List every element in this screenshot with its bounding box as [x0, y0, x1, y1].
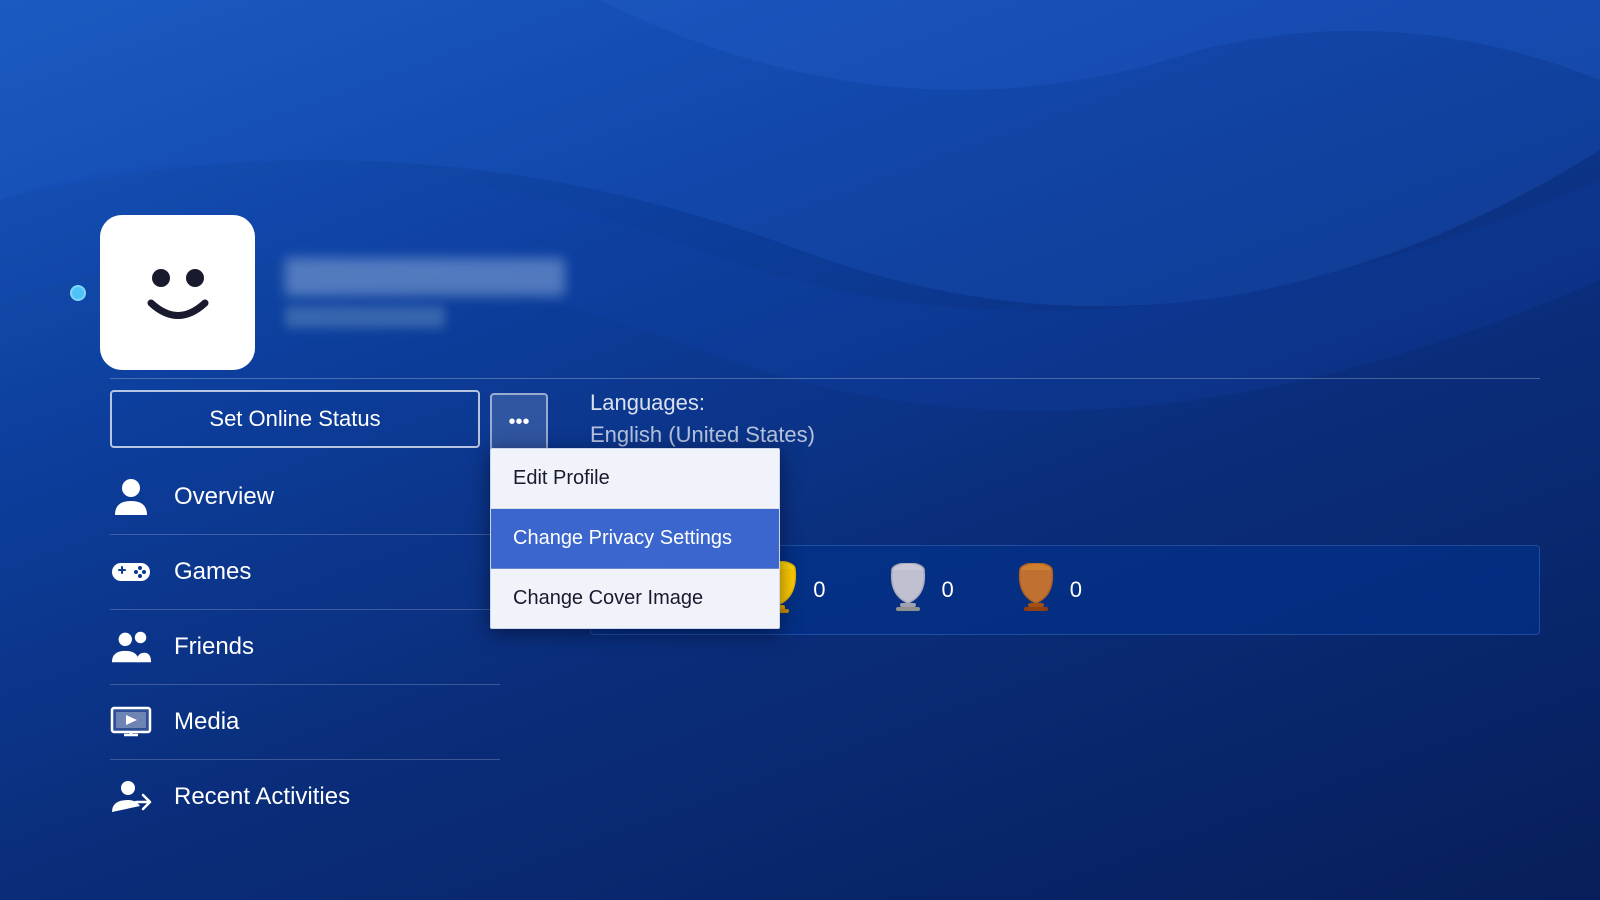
sidebar-item-games[interactable]: Games — [110, 535, 500, 610]
trophy-bronze: 0 — [1014, 563, 1082, 617]
media-icon — [110, 701, 152, 743]
games-label: Games — [174, 558, 251, 586]
profile-divider — [110, 378, 1540, 379]
gold-count: 0 — [813, 577, 825, 603]
sidebar-item-recent-activities[interactable]: Recent Activities — [110, 760, 500, 834]
silver-count: 0 — [942, 577, 954, 603]
silver-trophy-icon — [886, 563, 930, 617]
friends-icon — [110, 626, 152, 668]
sidebar-item-media[interactable]: Media — [110, 685, 500, 760]
dropdown-menu: Edit Profile Change Privacy Settings Cha… — [490, 448, 780, 629]
online-indicator — [70, 285, 86, 301]
activities-icon — [110, 776, 152, 818]
overview-label: Overview — [174, 483, 274, 511]
profile-section — [100, 215, 565, 370]
bronze-count: 0 — [1070, 577, 1082, 603]
dropdown-item-change-privacy[interactable]: Change Privacy Settings — [491, 509, 779, 569]
friends-label: Friends — [174, 633, 254, 661]
gamepad-icon — [110, 551, 152, 593]
bronze-trophy-icon — [1014, 563, 1058, 617]
more-options-button[interactable]: ••• — [490, 393, 548, 451]
trophy-silver: 0 — [886, 563, 954, 617]
avatar — [100, 215, 255, 370]
sidebar-item-friends[interactable]: Friends — [110, 610, 500, 685]
media-label: Media — [174, 708, 239, 736]
sidebar-nav: Overview Games — [110, 460, 500, 834]
sidebar-item-overview[interactable]: Overview — [110, 460, 500, 535]
languages-label: Languages: — [590, 390, 1540, 416]
right-panel: Languages: English (United States) — [590, 390, 1540, 448]
user-sub-blurred — [285, 306, 445, 328]
profile-info — [285, 258, 565, 328]
person-icon — [110, 476, 152, 518]
username-blurred — [285, 258, 565, 296]
dropdown-item-edit-profile[interactable]: Edit Profile — [491, 449, 779, 509]
set-online-status-button[interactable]: Set Online Status — [110, 390, 480, 448]
recent-activities-label: Recent Activities — [174, 783, 350, 811]
main-content: Set Online Status ••• Overview — [0, 0, 1600, 900]
avatar-face-icon — [123, 238, 233, 348]
dropdown-item-change-cover[interactable]: Change Cover Image — [491, 569, 779, 628]
languages-value: English (United States) — [590, 422, 1540, 448]
